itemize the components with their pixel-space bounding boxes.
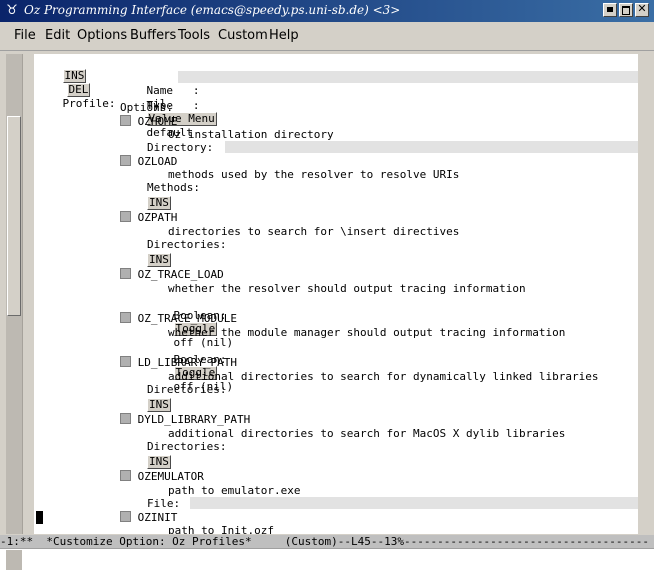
minimize-button[interactable]	[603, 3, 617, 17]
menu-help[interactable]: Help	[269, 28, 299, 43]
oz-trace-module-desc: whether the module manager should output…	[168, 326, 566, 339]
menu-tools[interactable]: Tools	[178, 28, 210, 43]
option-ozinit: OZINIT	[137, 511, 178, 524]
maximize-button[interactable]	[619, 3, 633, 17]
ld-library-path-desc: additional directories to search for dyn…	[168, 370, 599, 383]
title-bar: ♉ Oz Programming Interface (emacs@speedy…	[0, 0, 654, 22]
options-label: Options:	[120, 101, 173, 114]
file-field-bg[interactable]	[190, 497, 638, 509]
checkbox-oz-trace-load[interactable]	[120, 268, 131, 279]
dyld-library-path-directories-label: Directories:	[147, 440, 227, 453]
menu-bar: File Edit Options Buffers Tools Custom H…	[0, 22, 654, 51]
mode-line: -1:** *Customize Option: Oz Profiles* (C…	[0, 535, 654, 548]
customize-buffer[interactable]: INS DEL Profile: Name : nil Type : Value…	[34, 54, 638, 534]
option-ozhome: OZHOME	[137, 115, 178, 128]
checkbox-ozemulator[interactable]	[120, 470, 131, 481]
ozload-methods-label: Methods:	[147, 181, 200, 194]
close-button[interactable]	[635, 2, 649, 17]
checkbox-ozhome[interactable]	[120, 115, 131, 126]
menu-buffers[interactable]: Buffers	[130, 28, 176, 43]
emacs-gnu-icon[interactable]: ♉	[4, 3, 20, 19]
ozpath-ins-button[interactable]: INS	[147, 253, 171, 267]
ozpath-directories-label: Directories:	[147, 238, 227, 251]
ozpath-desc: directories to search for \insert direct…	[168, 225, 460, 238]
ld-library-path-directories-label: Directories:	[147, 383, 227, 396]
profile-label: Profile:	[62, 97, 116, 110]
option-oz-trace-load: OZ_TRACE_LOAD	[137, 268, 224, 281]
menu-edit[interactable]: Edit	[45, 28, 70, 43]
ozemulator-desc: path to emulator.exe	[168, 484, 301, 497]
checkbox-ld-library-path[interactable]	[120, 356, 131, 367]
name-field-bg[interactable]	[178, 71, 638, 83]
option-ld-library-path: LD_LIBRARY_PATH	[137, 356, 237, 369]
ozhome-desc: Oz installation directory	[168, 128, 334, 141]
ozload-ins-button[interactable]: INS	[147, 196, 171, 210]
ozinit-desc: path to Init.ozf	[168, 524, 274, 534]
ld-library-path-ins-button[interactable]: INS	[147, 398, 171, 412]
scrollbar-thumb[interactable]	[7, 116, 21, 316]
vertical-scrollbar[interactable]	[6, 54, 23, 534]
option-ozemulator: OZEMULATOR	[137, 470, 204, 483]
minibuffer-scrollbar[interactable]	[6, 550, 22, 570]
window-title: Oz Programming Interface (emacs@speedy.p…	[24, 3, 401, 17]
dyld-library-path-desc: additional directories to search for Mac…	[168, 427, 566, 440]
directory-field-bg[interactable]	[225, 141, 638, 153]
ozhome-directory-label: Directory:	[147, 141, 214, 154]
checkbox-ozinit[interactable]	[120, 511, 131, 522]
ozemulator-file-label: File:	[147, 497, 181, 510]
del-button[interactable]: DEL	[66, 83, 91, 97]
checkbox-dyld-library-path[interactable]	[120, 413, 131, 424]
option-oz-trace-module: OZ_TRACE_MODULE	[137, 312, 237, 325]
menu-options[interactable]: Options	[77, 28, 127, 43]
checkbox-ozpath[interactable]	[120, 211, 131, 222]
option-dyld-library-path: DYLD_LIBRARY_PATH	[137, 413, 251, 426]
text-cursor	[36, 511, 43, 524]
minibuffer[interactable]	[0, 548, 654, 571]
oz-trace-load-desc: whether the resolver should output traci…	[168, 282, 526, 295]
checkbox-ozload[interactable]	[120, 155, 131, 166]
ozload-desc: methods used by the resolver to resolve …	[168, 168, 460, 181]
option-ozload: OZLOAD	[137, 155, 178, 168]
dyld-library-path-ins-button[interactable]: INS	[147, 455, 171, 469]
option-ozpath: OZPATH	[137, 211, 178, 224]
ins-button[interactable]: INS	[62, 69, 87, 83]
menu-custom[interactable]: Custom	[218, 28, 268, 43]
checkbox-oz-trace-module[interactable]	[120, 312, 131, 323]
menu-file[interactable]: File	[14, 28, 36, 43]
